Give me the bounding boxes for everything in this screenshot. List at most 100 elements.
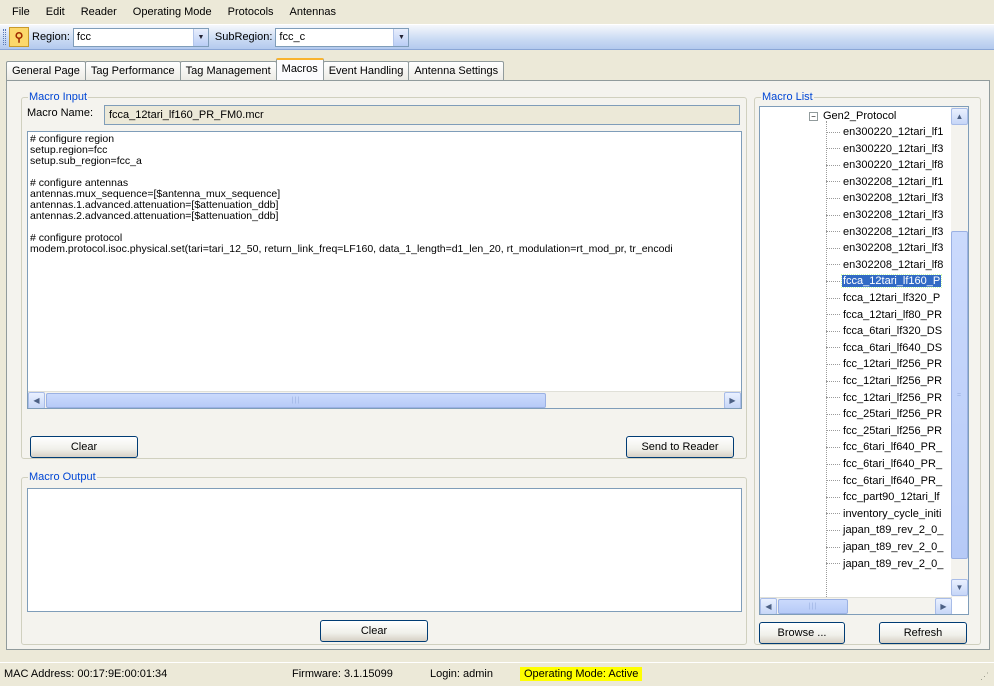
- menu-protocols[interactable]: Protocols: [220, 0, 282, 24]
- macro-input-text: # configure region setup.region=fcc setup.…: [28, 132, 741, 257]
- tab-macros[interactable]: Macros: [275, 58, 324, 80]
- macro-list-item[interactable]: fcc_12tari_lf256_PR: [826, 357, 943, 373]
- macro-list-item[interactable]: fcc_25tari_lf256_PR: [826, 424, 943, 440]
- macro-tree-hscrollbar[interactable]: ◀ ||| ▶: [760, 597, 952, 614]
- tab-antenna-settings[interactable]: Antenna Settings: [408, 61, 505, 80]
- scroll-right-icon[interactable]: ▶: [724, 391, 741, 408]
- macro-tree[interactable]: − Gen2_Protocol en300220_12tari_lf1 en3002…: [759, 106, 969, 615]
- macro-line: # configure region: [30, 133, 115, 145]
- menu-reader[interactable]: Reader: [73, 0, 125, 24]
- macro-list-item-label: fcca_12tari_lf80_PR: [843, 308, 943, 321]
- tree-connector: [826, 131, 840, 133]
- menu-antennas[interactable]: Antennas: [282, 0, 344, 24]
- tree-connector: [826, 363, 840, 365]
- macro-list-item[interactable]: fcca_12tari_lf80_PR: [826, 308, 943, 324]
- toolbar: ⚲ Region: fcc ▼ SubRegion: fcc_c ▼: [0, 24, 994, 50]
- macro-list-item[interactable]: en302208_12tari_lf3: [826, 225, 944, 241]
- macro-list-item[interactable]: fcca_12tari_lf160_P: [826, 274, 943, 290]
- region-label: Region:: [32, 31, 70, 43]
- macro-list-item[interactable]: fcca_12tari_lf320_P: [826, 291, 941, 307]
- macro-output-title: Macro Output: [28, 471, 97, 484]
- macro-list-item-label: japan_t89_rev_2_0_: [843, 541, 944, 553]
- macro-list-item-label: fcca_12tari_lf320_P: [843, 292, 941, 304]
- browse-button[interactable]: Browse ...: [759, 622, 845, 644]
- macro-input-editor[interactable]: # configure region setup.region=fcc setup.…: [27, 131, 742, 409]
- tree-connector: [826, 231, 840, 233]
- macro-name-field: fcca_12tari_lf160_PR_FM0.mcr: [104, 105, 740, 125]
- macro-list-item[interactable]: en300220_12tari_lf1: [826, 125, 944, 141]
- macro-list-item-label: fcc_6tari_lf640_PR_: [843, 458, 943, 470]
- macro-list-item[interactable]: fcc_12tari_lf256_PR: [826, 391, 943, 407]
- tree-connector: [826, 496, 840, 498]
- tree-connector: [826, 546, 840, 548]
- macro-list-item[interactable]: fcc_6tari_lf640_PR_: [826, 474, 943, 490]
- status-bar: MAC Address: 00:17:9E:00:01:34 Firmware:…: [0, 662, 994, 686]
- send-to-reader-button[interactable]: Send to Reader: [626, 436, 734, 458]
- tree-connector: [826, 529, 840, 531]
- macro-list-item[interactable]: en302208_12tari_lf3: [826, 241, 944, 257]
- macros-tab-panel: Macro Input Macro Name: fcca_12tari_lf16…: [6, 80, 990, 650]
- macro-list-item[interactable]: en300220_12tari_lf8: [826, 158, 944, 174]
- macro-list-item[interactable]: fcc_25tari_lf256_PR: [826, 407, 943, 423]
- tree-connector: [826, 280, 840, 282]
- macro-list-item[interactable]: inventory_cycle_initi: [826, 507, 942, 523]
- macro-list-item[interactable]: fcca_6tari_lf640_DS: [826, 341, 943, 357]
- tree-connector: [826, 197, 840, 199]
- scroll-down-icon[interactable]: ▼: [951, 579, 968, 596]
- macro-name-label: Macro Name:: [27, 107, 94, 119]
- tree-root[interactable]: − Gen2_Protocol: [809, 109, 897, 125]
- hscroll-thumb[interactable]: |||: [778, 598, 848, 614]
- macro-list-item[interactable]: fcc_6tari_lf640_PR_: [826, 457, 943, 473]
- macro-list-item[interactable]: fcc_6tari_lf640_PR_: [826, 440, 943, 456]
- scroll-left-icon[interactable]: ◀: [28, 391, 45, 408]
- tab-event-handling[interactable]: Event Handling: [322, 61, 410, 80]
- tree-connector: [826, 413, 840, 415]
- region-select[interactable]: fcc ▼: [72, 27, 209, 47]
- subregion-select[interactable]: fcc_c ▼: [275, 27, 410, 47]
- macro-input-clear-button[interactable]: Clear: [30, 436, 138, 458]
- macro-list-item[interactable]: en300220_12tari_lf3: [826, 142, 944, 158]
- scroll-right-icon[interactable]: ▶: [935, 597, 952, 614]
- vscroll-thumb[interactable]: =: [951, 231, 968, 559]
- tab-general-page[interactable]: General Page: [6, 61, 86, 80]
- tree-connector: [826, 347, 840, 349]
- macro-list-item[interactable]: en302208_12tari_lf3: [826, 208, 944, 224]
- operating-mode-status: Operating Mode: Active: [520, 667, 643, 681]
- tree-connector: [826, 446, 840, 448]
- toolbar-grip[interactable]: [3, 29, 6, 45]
- macro-list-item[interactable]: fcc_part90_12tari_lf: [826, 490, 941, 506]
- macro-list-item[interactable]: en302208_12tari_lf8: [826, 258, 944, 274]
- filter-icon[interactable]: ⚲: [9, 27, 29, 47]
- menu-file[interactable]: File: [4, 0, 38, 24]
- macro-list-item[interactable]: japan_t89_rev_2_0_: [826, 557, 944, 573]
- chevron-down-icon[interactable]: ▼: [393, 28, 409, 46]
- macro-line: antennas.2.advanced.attenuation=[$attenu…: [30, 210, 279, 222]
- refresh-button[interactable]: Refresh: [879, 622, 967, 644]
- subregion-value: fcc_c: [279, 31, 306, 43]
- tree-connector: [826, 330, 840, 332]
- tree-connector: [826, 247, 840, 249]
- macro-list-item[interactable]: fcca_6tari_lf320_DS: [826, 324, 943, 340]
- macro-list-item[interactable]: en302208_12tari_lf3: [826, 191, 944, 207]
- resize-grip-icon[interactable]: ⋰: [980, 671, 989, 682]
- macro-list-item[interactable]: en302208_12tari_lf1: [826, 175, 944, 191]
- tab-tag-management[interactable]: Tag Management: [179, 61, 277, 80]
- menu-edit[interactable]: Edit: [38, 0, 73, 24]
- menu-operating-mode[interactable]: Operating Mode: [125, 0, 220, 24]
- macro-list-item-label: en302208_12tari_lf3: [843, 225, 944, 238]
- macro-output-clear-button[interactable]: Clear: [320, 620, 428, 642]
- macro-list-item[interactable]: japan_t89_rev_2_0_: [826, 540, 944, 556]
- macro-list-item-label: en302208_12tari_lf1: [843, 175, 944, 188]
- macro-list-item[interactable]: japan_t89_rev_2_0_: [826, 523, 944, 539]
- chevron-down-icon[interactable]: ▼: [192, 28, 208, 46]
- tab-tag-performance[interactable]: Tag Performance: [84, 61, 181, 80]
- macro-list-item[interactable]: fcc_12tari_lf256_PR: [826, 374, 943, 390]
- macro-tree-vscrollbar[interactable]: ▲ = ▼: [951, 107, 968, 597]
- macro-output-area[interactable]: [27, 488, 742, 612]
- scroll-up-icon[interactable]: ▲: [951, 108, 968, 125]
- scroll-left-icon[interactable]: ◀: [760, 597, 777, 614]
- macro-input-hscrollbar[interactable]: ◀ ||| ▶: [28, 391, 741, 408]
- scroll-thumb[interactable]: |||: [46, 392, 546, 408]
- macro-list-item-label: en302208_12tari_lf8: [843, 258, 944, 271]
- collapse-icon[interactable]: −: [809, 111, 818, 121]
